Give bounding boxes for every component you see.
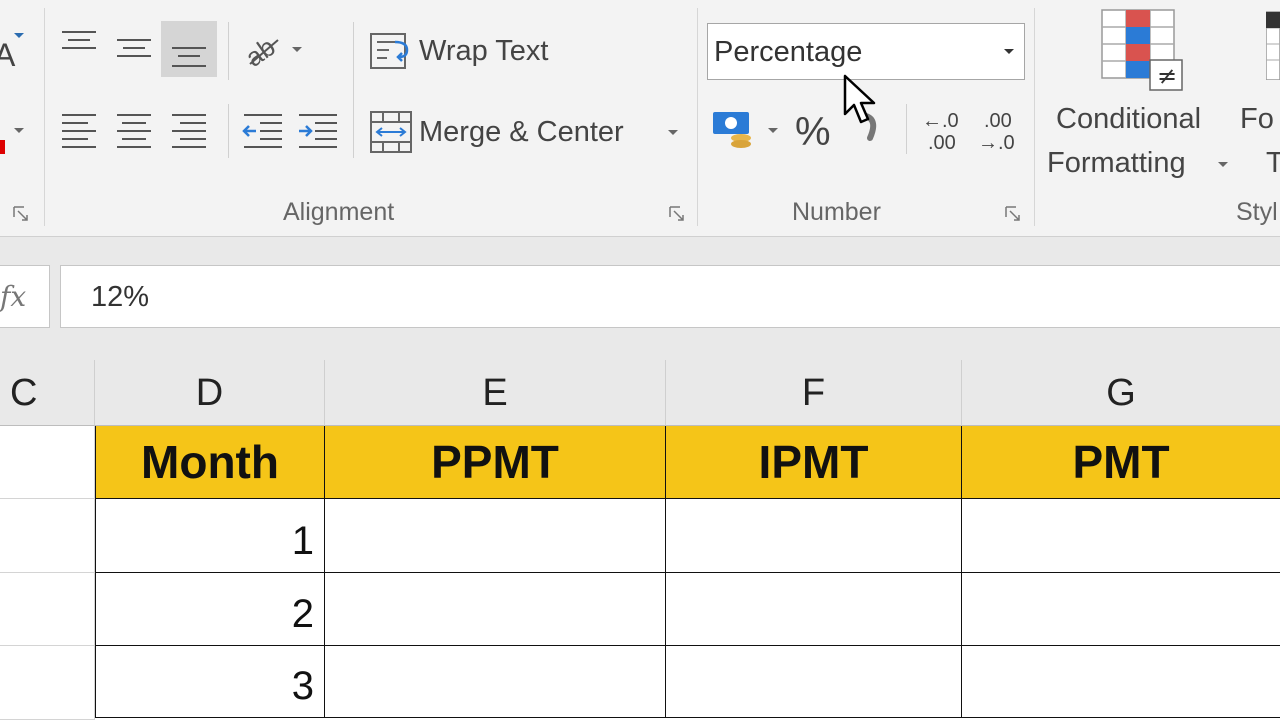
increase-indent-icon[interactable] xyxy=(297,112,339,150)
mouse-pointer-icon xyxy=(843,74,879,133)
cell-pmt[interactable] xyxy=(962,646,1280,718)
cell-ipmt[interactable] xyxy=(666,573,962,646)
percent-style-button[interactable]: % xyxy=(795,110,831,155)
cell-c[interactable] xyxy=(0,573,95,646)
merge-center-button[interactable]: Merge & Center xyxy=(419,116,624,149)
accounting-format-dropdown-icon[interactable] xyxy=(768,128,778,133)
alignment-group-label: Alignment xyxy=(283,198,395,226)
increase-decimal-top: ←.0 xyxy=(922,110,959,132)
ribbon-divider xyxy=(697,8,698,226)
ribbon: A ab Wrap Text Merge & Center Alignment … xyxy=(0,0,1280,236)
table-header-ppmt[interactable]: PPMT xyxy=(325,426,666,499)
align-left-icon[interactable] xyxy=(60,112,98,150)
number-group-label: Number xyxy=(792,198,881,226)
align-center-icon[interactable] xyxy=(115,112,153,150)
column-header-c[interactable]: C xyxy=(0,360,95,426)
cell-pmt[interactable] xyxy=(962,499,1280,573)
formula-value: 12% xyxy=(91,281,150,313)
cell-c[interactable] xyxy=(0,646,95,720)
conditional-formatting-icon[interactable]: ≠ xyxy=(1100,8,1186,92)
increase-decimal-icon[interactable]: ←.0 .00 xyxy=(922,108,968,154)
bottom-align-icon xyxy=(170,42,208,72)
accounting-format-icon[interactable] xyxy=(711,108,759,152)
number-format-dropdown[interactable]: Percentage xyxy=(707,23,1025,80)
middle-align-icon[interactable] xyxy=(115,36,153,60)
cell-ipmt[interactable] xyxy=(666,646,962,718)
table-row[interactable]: 2 xyxy=(95,573,325,646)
format-as-table-icon[interactable] xyxy=(1266,10,1280,80)
ribbon-divider xyxy=(1034,8,1035,226)
table-header-month[interactable]: Month xyxy=(95,426,325,499)
column-header-e[interactable]: E xyxy=(325,360,666,426)
column-header-g[interactable]: G xyxy=(962,360,1280,426)
table-row[interactable]: 1 xyxy=(95,499,325,573)
decrease-indent-icon[interactable] xyxy=(242,112,284,150)
cell-c[interactable] xyxy=(0,499,95,573)
merge-center-dropdown-icon[interactable] xyxy=(668,130,678,135)
font-color-dropdown-icon[interactable] xyxy=(14,33,24,38)
column-header-f[interactable]: F xyxy=(666,360,962,426)
number-format-value: Percentage xyxy=(714,36,863,68)
conditional-formatting-button[interactable]: Conditional xyxy=(1056,103,1201,136)
orientation-icon[interactable]: ab xyxy=(244,30,286,70)
svg-text:ab: ab xyxy=(244,31,281,70)
font-dialog-launcher-icon[interactable] xyxy=(12,205,30,223)
month-value: 2 xyxy=(291,592,314,636)
ribbon-subdivider xyxy=(228,22,229,80)
increase-decimal-bottom: .00 xyxy=(928,132,956,154)
format-as-table-button[interactable]: Fo xyxy=(1240,103,1274,136)
cell-c[interactable] xyxy=(0,426,95,499)
table-header-ipmt[interactable]: IPMT xyxy=(666,426,962,499)
number-dialog-launcher-icon[interactable] xyxy=(1004,205,1022,223)
cell-pmt[interactable] xyxy=(962,573,1280,646)
cell-ipmt[interactable] xyxy=(666,499,962,573)
cell-ppmt[interactable] xyxy=(325,646,666,718)
ribbon-subdivider xyxy=(228,104,229,158)
svg-text:≠: ≠ xyxy=(1157,62,1177,90)
format-as-table-button-line2[interactable]: T xyxy=(1266,147,1280,180)
wrap-text-button[interactable]: Wrap Text xyxy=(419,35,548,68)
table-header-pmt[interactable]: PMT xyxy=(962,426,1280,499)
align-right-icon[interactable] xyxy=(170,112,208,150)
fill-color-dropdown-icon[interactable] xyxy=(14,128,24,133)
month-value: 3 xyxy=(291,664,314,708)
conditional-formatting-dropdown-icon[interactable] xyxy=(1218,162,1228,167)
conditional-formatting-button-line2[interactable]: Formatting xyxy=(1047,147,1186,180)
column-header-d[interactable]: D xyxy=(95,360,325,426)
fx-icon: fx xyxy=(0,280,27,313)
orientation-dropdown-icon[interactable] xyxy=(292,47,302,52)
top-align-icon[interactable] xyxy=(60,30,98,50)
wrap-text-icon[interactable] xyxy=(369,30,413,72)
svg-text:A: A xyxy=(0,37,16,73)
cell-ppmt[interactable] xyxy=(325,573,666,646)
merge-center-icon[interactable] xyxy=(369,110,413,154)
formula-input[interactable]: 12% xyxy=(60,265,1280,328)
cell-ppmt[interactable] xyxy=(325,499,666,573)
ribbon-divider xyxy=(44,8,45,226)
ribbon-subdivider xyxy=(353,22,354,158)
font-color-icon[interactable]: A xyxy=(0,34,22,74)
decrease-decimal-top: .00 xyxy=(984,110,1012,132)
alignment-dialog-launcher-icon[interactable] xyxy=(668,205,686,223)
table-row[interactable]: 3 xyxy=(95,646,325,718)
month-value: 1 xyxy=(291,519,314,563)
insert-function-button[interactable]: fx xyxy=(0,265,50,328)
ribbon-subdivider xyxy=(906,104,907,154)
decrease-decimal-bottom: →.0 xyxy=(978,132,1015,154)
chevron-down-icon xyxy=(1004,49,1014,54)
decrease-decimal-icon[interactable]: .00 →.0 xyxy=(978,108,1024,154)
styles-group-label: Styl xyxy=(1236,198,1278,226)
fill-color-indicator-icon xyxy=(0,140,5,154)
